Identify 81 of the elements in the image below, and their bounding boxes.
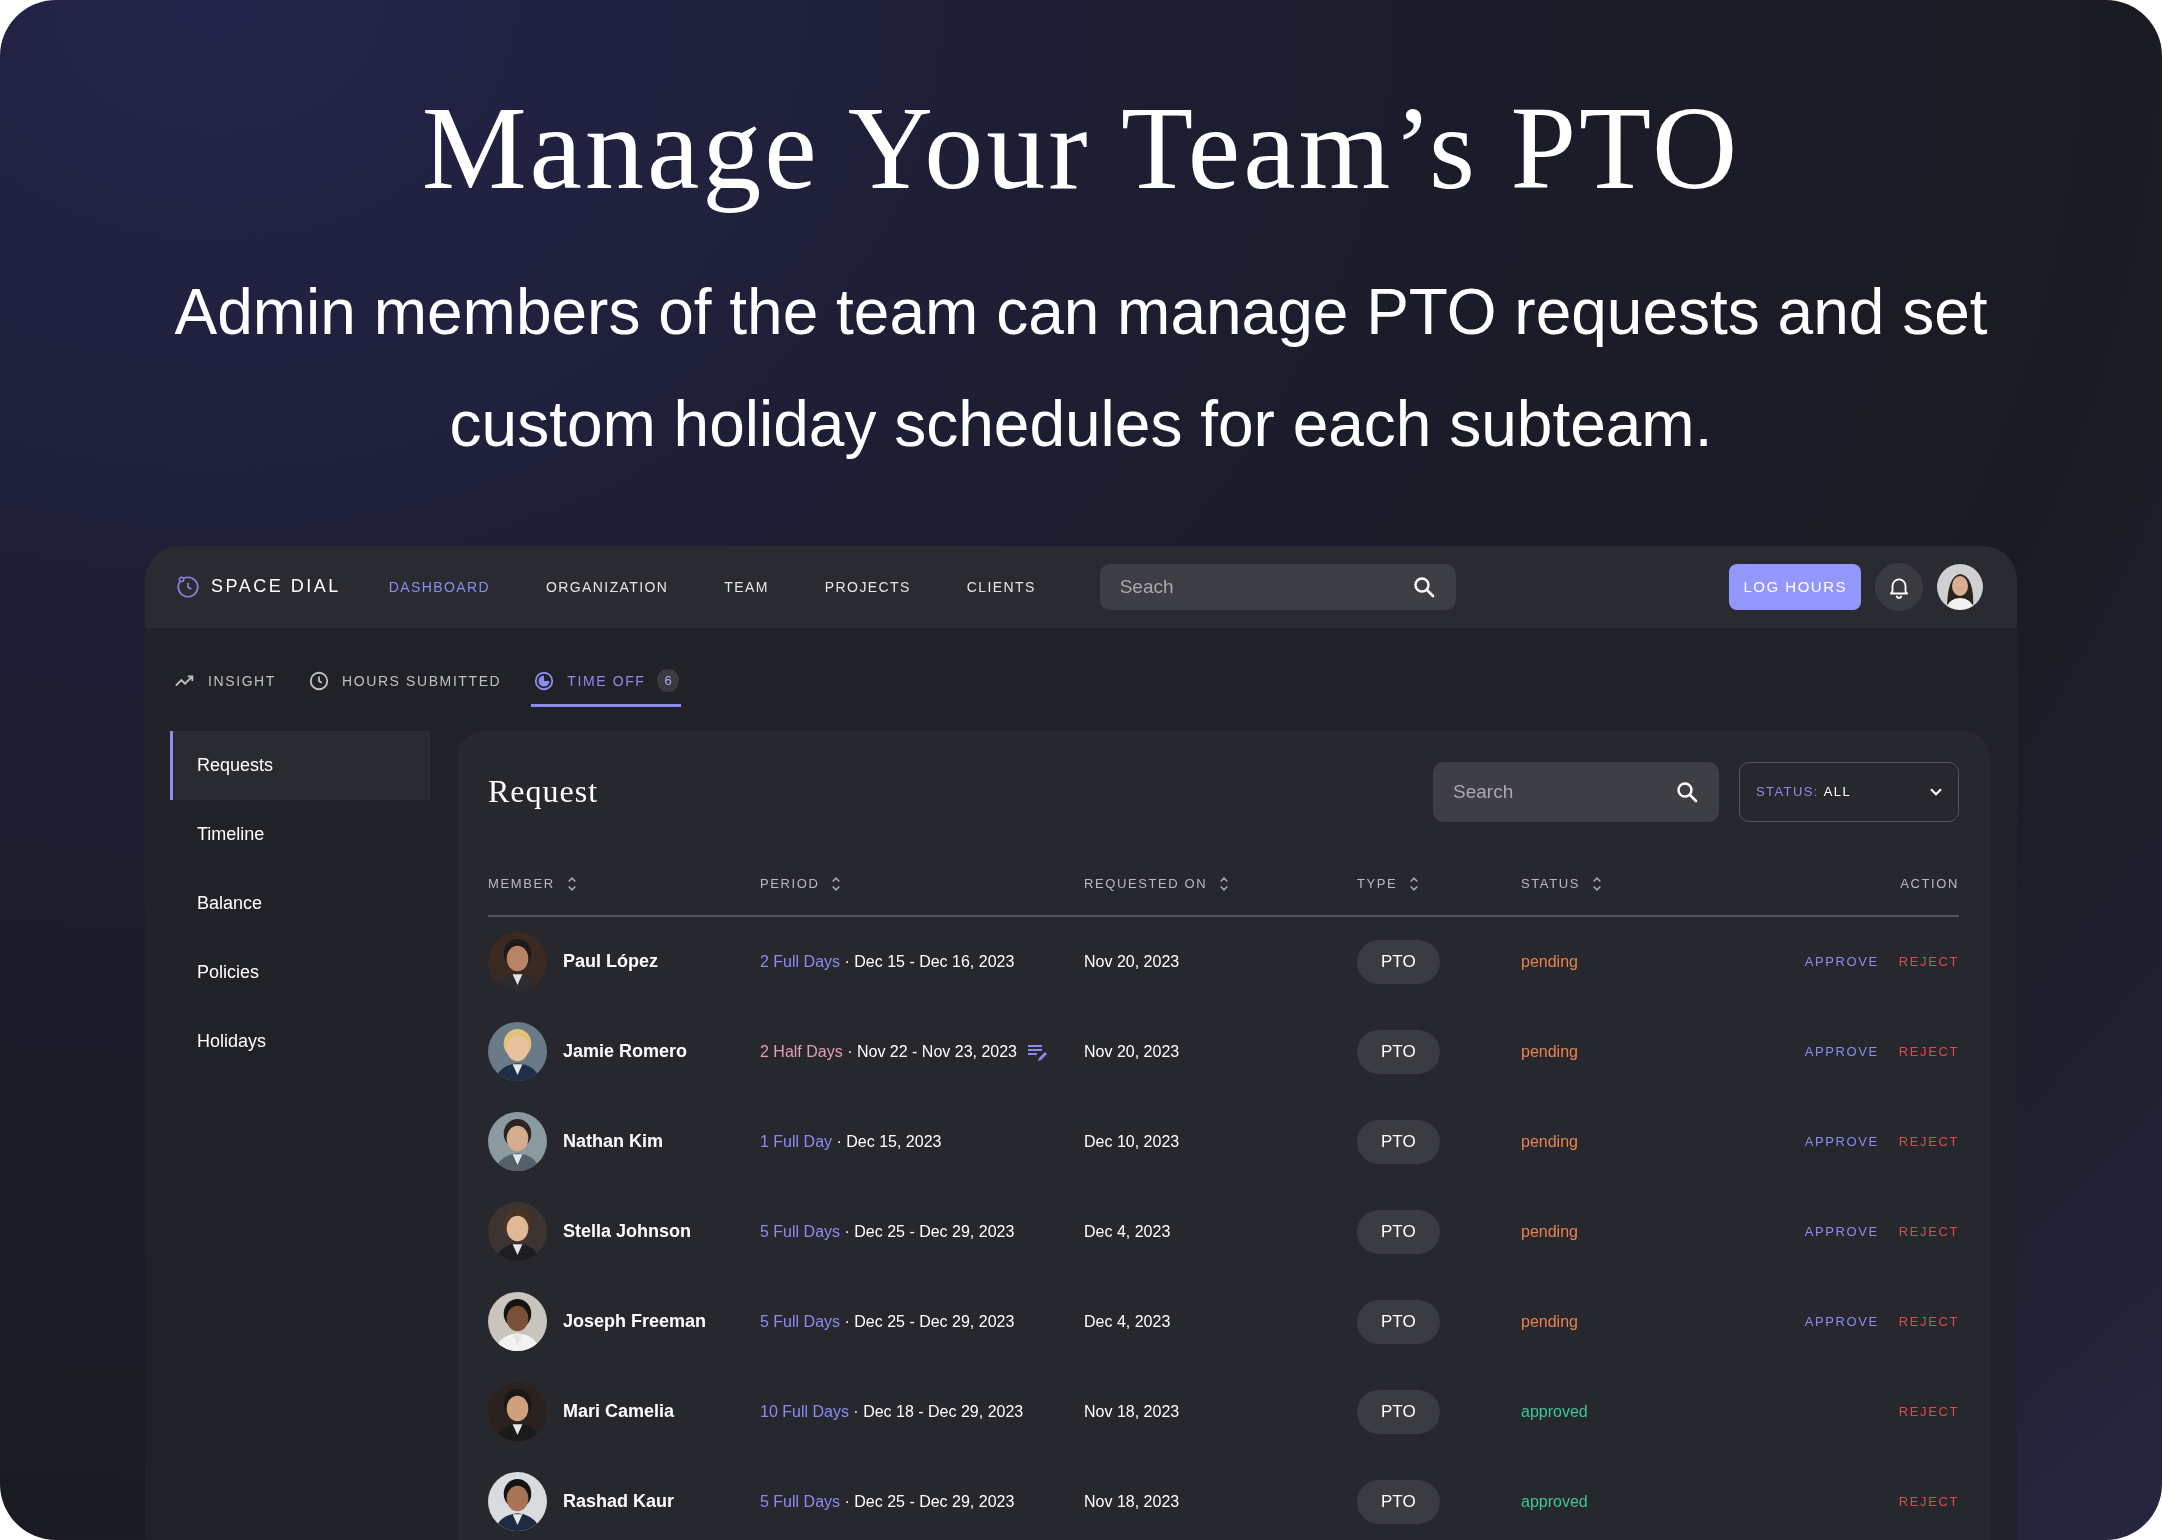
status-text: pending — [1521, 1222, 1578, 1241]
tab[interactable]: TIME OFF 6 — [531, 651, 681, 708]
type-badge: PTO — [1357, 1299, 1440, 1344]
period-text: 5 Full Days · Dec 25 - Dec 29, 2023 — [760, 1222, 1015, 1241]
sidebar-item[interactable]: Policies — [170, 937, 430, 1007]
column-header: PERIOD — [760, 876, 820, 892]
clock-icon — [308, 669, 330, 692]
member-name: Rashad Kaur — [563, 1491, 675, 1513]
clock-logo-icon — [175, 573, 201, 600]
period-text: 5 Full Days · Dec 25 - Dec 29, 2023 — [760, 1492, 1015, 1511]
column-header: STATUS — [1521, 876, 1580, 892]
status-text: pending — [1521, 1312, 1578, 1331]
brand-name: SPACE DIAL — [211, 576, 341, 598]
requested-date: Nov 18, 2023 — [1084, 1492, 1180, 1511]
member-name: Nathan Kim — [563, 1131, 663, 1153]
status-filter-dropdown[interactable]: STATUS: ALL — [1739, 761, 1959, 822]
period-text: 10 Full Days · Dec 18 - Dec 29, 2023 — [760, 1402, 1024, 1421]
tab[interactable]: INSIGHT — [172, 651, 278, 707]
nav-link[interactable]: PROJECTS — [824, 578, 911, 595]
column-header: MEMBER — [488, 876, 555, 892]
type-badge: PTO — [1357, 1209, 1440, 1254]
requested-date: Nov 20, 2023 — [1084, 952, 1180, 971]
approve-link[interactable]: APPROVE — [1804, 954, 1879, 970]
reject-link[interactable]: REJECT — [1898, 1134, 1959, 1150]
type-badge: PTO — [1357, 1029, 1440, 1074]
moon-icon — [533, 669, 556, 692]
requested-date: Dec 4, 2023 — [1084, 1312, 1171, 1331]
column-header: ACTION — [1900, 876, 1959, 892]
sidebar-item[interactable]: Balance — [170, 868, 430, 938]
member-name: Stella Johnson — [563, 1221, 692, 1243]
reject-link[interactable]: REJECT — [1898, 954, 1959, 970]
column-header: REQUESTED ON — [1084, 876, 1208, 892]
reject-link[interactable]: REJECT — [1898, 1314, 1959, 1330]
column-header: TYPE — [1357, 876, 1398, 892]
type-badge: PTO — [1357, 1119, 1440, 1164]
reject-link[interactable]: REJECT — [1898, 1494, 1959, 1510]
status-text: pending — [1521, 952, 1578, 971]
reject-link[interactable]: REJECT — [1898, 1404, 1959, 1420]
member-name: Joseph Freeman — [563, 1311, 707, 1333]
chevron-down-icon — [1930, 787, 1942, 796]
search-field[interactable]: Search — [1433, 761, 1719, 822]
notifications-button[interactable] — [1875, 562, 1923, 611]
requested-date: Nov 20, 2023 — [1084, 1042, 1180, 1061]
period-text: 5 Full Days · Dec 25 - Dec 29, 2023 — [760, 1312, 1015, 1331]
search-icon — [1675, 779, 1699, 804]
status-text: pending — [1521, 1042, 1578, 1061]
sidebar-item[interactable]: Holidays — [170, 1006, 430, 1076]
period-text: 2 Half Days · Nov 22 - Nov 23, 2023 — [760, 1042, 1017, 1061]
requested-date: Nov 18, 2023 — [1084, 1402, 1180, 1421]
requested-date: Dec 4, 2023 — [1084, 1222, 1171, 1241]
status-text: approved — [1521, 1492, 1588, 1511]
search-field[interactable]: Seach — [1099, 563, 1456, 610]
card-title: Request — [488, 773, 600, 811]
sidebar-item[interactable]: Requests — [170, 730, 430, 800]
nav-link[interactable]: CLIENTS — [966, 578, 1036, 595]
status-text: approved — [1521, 1402, 1588, 1421]
type-badge: PTO — [1357, 1389, 1440, 1434]
tab[interactable]: HOURS SUBMITTED — [306, 651, 504, 707]
headline: Manage Your Team’s PTO — [421, 82, 1741, 216]
period-text: 2 Full Days · Dec 15 - Dec 16, 2023 — [760, 952, 1015, 971]
nav-link[interactable]: TEAM — [724, 578, 769, 595]
search-icon — [1411, 574, 1436, 599]
nav-link[interactable]: DASHBOARD — [388, 578, 490, 595]
reject-link[interactable]: REJECT — [1898, 1224, 1959, 1240]
sidebar-item[interactable]: Timeline — [170, 799, 430, 869]
nav-link[interactable]: ORGANIZATION — [546, 578, 669, 595]
log-hours-button[interactable]: LOG HOURS — [1729, 563, 1861, 610]
approve-link[interactable]: APPROVE — [1804, 1224, 1879, 1240]
type-badge: PTO — [1357, 939, 1440, 984]
approve-link[interactable]: APPROVE — [1804, 1134, 1879, 1150]
requested-date: Dec 10, 2023 — [1084, 1132, 1180, 1151]
member-name: Paul López — [563, 951, 658, 973]
type-badge: PTO — [1357, 1479, 1440, 1524]
reject-link[interactable]: REJECT — [1898, 1044, 1959, 1060]
approve-link[interactable]: APPROVE — [1804, 1044, 1879, 1060]
member-name: Jamie Romero — [563, 1041, 688, 1063]
subtitle: Admin members of the team can manage PTO requests and set custom holiday schedules for each subteam. — [173, 274, 1989, 462]
approve-link[interactable]: APPROVE — [1804, 1314, 1879, 1330]
status-text: pending — [1521, 1132, 1578, 1151]
member-name: Mari Camelia — [563, 1401, 675, 1423]
period-text: 1 Full Day · Dec 15, 2023 — [760, 1132, 942, 1151]
